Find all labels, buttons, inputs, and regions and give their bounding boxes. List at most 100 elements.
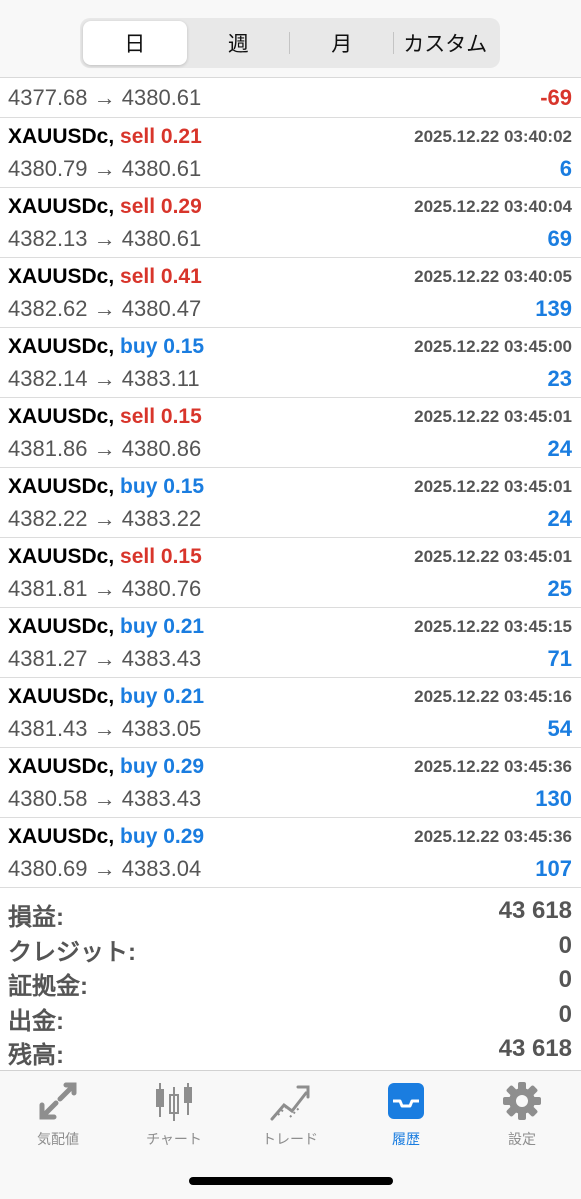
deal-title: XAUUSDc, buy 0.29 [8,825,204,849]
deal-side: sell [120,265,156,288]
deal-prices: 4381.81 → 4380.76 [8,576,202,601]
deal-time: 2025.12.22 03:45:01 [414,477,572,496]
deal-profit: 24 [547,436,572,461]
deal-row[interactable]: XAUUSDc, buy 0.29 2025.12.22 03:45:36 4380… [0,818,581,888]
deal-volume: 0.29 [163,755,205,778]
tab-label: トレード [262,1131,318,1147]
deal-side: buy [120,335,158,358]
deal-profit: 130 [535,786,572,811]
tab-label: 履歴 [392,1131,420,1147]
history-inbox-icon [388,1083,424,1119]
deal-symbol: XAUUSDc, [8,545,115,568]
deal-prices: 4382.62 → 4380.47 [8,296,202,321]
summary-row: 損益: 43 618 [0,893,581,931]
quotes-arrows-icon [39,1082,77,1120]
deal-prices: 4380.79 → 4380.61 [8,156,202,181]
deal-time: 2025.12.22 03:40:05 [414,267,572,286]
deal-prices: 4381.86 → 4380.86 [8,436,202,461]
deal-profit: 54 [547,716,572,741]
deal-profit: 24 [547,506,572,531]
deal-prices: 4381.43 → 4383.05 [8,716,202,741]
deal-title: XAUUSDc, sell 0.29 [8,195,202,219]
deal-prices: 4381.27 → 4383.43 [8,646,202,671]
deal-side: buy [120,615,158,638]
period-segmented-control: 日 週 月 カスタム [80,18,500,68]
deal-symbol: XAUUSDc, [8,755,115,778]
deal-volume: 0.21 [160,125,202,148]
deal-title: XAUUSDc, buy 0.15 [8,335,204,359]
deal-title: XAUUSDc, sell 0.15 [8,405,202,429]
deal-volume: 0.15 [160,405,202,428]
period-tab-week[interactable]: 週 [187,21,290,65]
deal-row[interactable]: XAUUSDc, buy 0.21 2025.12.22 03:45:16 4381… [0,678,581,748]
summary-row: 証拠金: 0 [0,962,581,1000]
deal-row[interactable]: XAUUSDc, buy 0.29 2025.12.22 03:45:36 4380… [0,748,581,818]
deal-title: XAUUSDc, sell 0.15 [8,545,202,569]
deals-list: 4377.68 → 4380.61 -69 XAUUSDc, sell 0.21… [0,78,581,888]
period-tab-custom[interactable]: カスタム [394,21,498,65]
summary-value: 43 618 [498,897,572,924]
deal-title: XAUUSDc, sell 0.41 [8,265,202,289]
tab-label: 設定 [508,1131,536,1147]
deal-profit: 69 [547,226,572,251]
deal-row[interactable]: XAUUSDc, buy 0.21 2025.12.22 03:45:15 4381… [0,608,581,678]
deal-time: 2025.12.22 03:40:04 [414,197,572,216]
deal-profit: 23 [547,366,572,391]
period-header: 日 週 月 カスタム [0,0,581,78]
tab-trade[interactable]: トレード [232,1079,348,1149]
deal-symbol: XAUUSDc, [8,195,115,218]
deal-profit: 107 [535,856,572,881]
tab-history[interactable]: 履歴 [348,1079,464,1149]
home-indicator [189,1177,393,1185]
summary-value: 0 [558,931,572,959]
deal-time: 2025.12.22 03:40:02 [414,127,572,146]
deal-title: XAUUSDc, buy 0.21 [8,615,204,639]
deal-row[interactable]: XAUUSDc, sell 0.15 2025.12.22 03:45:01 438… [0,398,581,468]
tab-quotes[interactable]: 気配値 [0,1079,116,1149]
tab-settings[interactable]: 設定 [464,1079,580,1149]
deal-side: sell [120,405,156,428]
summary-value: 0 [558,1000,572,1028]
deal-time: 2025.12.22 03:45:00 [414,337,572,356]
summary-value: 43 618 [498,1035,572,1062]
deal-symbol: XAUUSDc, [8,265,115,288]
deal-volume: 0.21 [163,685,205,708]
deal-volume: 0.21 [163,615,205,638]
deal-row[interactable]: XAUUSDc, buy 0.15 2025.12.22 03:45:00 4382… [0,328,581,398]
summary-row: 出金: 0 [0,997,581,1035]
deal-row[interactable]: XAUUSDc, buy 0.15 2025.12.22 03:45:01 4382… [0,468,581,538]
tab-chart[interactable]: チャート [116,1079,232,1149]
period-tab-day[interactable]: 日 [83,21,187,65]
deal-profit: 71 [547,646,572,671]
account-summary: 損益: 43 618 クレジット: 0 証拠金: 0 出金: 0 残高: 43 618 [0,893,581,1069]
period-tab-month[interactable]: 月 [290,21,394,65]
deal-volume: 0.15 [160,545,202,568]
deal-profit: -69 [540,85,572,110]
deal-row[interactable]: XAUUSDc, sell 0.21 2025.12.22 03:40:02 438… [0,118,581,188]
deal-symbol: XAUUSDc, [8,335,115,358]
period-tab-label: カスタム [403,33,488,56]
deal-row[interactable]: XAUUSDc, sell 0.41 2025.12.22 03:40:05 438… [0,258,581,328]
summary-value: 0 [558,966,572,993]
period-tab-label: 週 [227,33,249,56]
deal-side: sell [120,125,156,148]
deal-row-partial[interactable]: 4377.68 → 4380.61 -69 [0,78,581,118]
trade-trend-icon [270,1085,310,1121]
summary-label: 残高: [8,1042,64,1069]
deal-volume: 0.29 [160,195,202,218]
deal-prices: 4380.69 → 4383.04 [8,856,202,881]
deal-time: 2025.12.22 03:45:15 [414,617,572,636]
deal-volume: 0.41 [160,265,202,288]
gear-icon [503,1082,541,1120]
deal-title: XAUUSDc, buy 0.15 [8,475,204,499]
deal-prices: 4382.22 → 4383.22 [8,506,202,531]
deal-symbol: XAUUSDc, [8,825,115,848]
deal-row[interactable]: XAUUSDc, sell 0.15 2025.12.22 03:45:01 438… [0,538,581,608]
deal-symbol: XAUUSDc, [8,405,115,428]
deal-prices: 4380.58 → 4383.43 [8,786,202,811]
deal-prices: 4382.13 → 4380.61 [8,226,202,251]
period-tab-label: 日 [124,33,146,56]
deal-symbol: XAUUSDc, [8,125,115,148]
deal-row[interactable]: XAUUSDc, sell 0.29 2025.12.22 03:40:04 438… [0,188,581,258]
deal-time: 2025.12.22 03:45:01 [414,547,572,566]
